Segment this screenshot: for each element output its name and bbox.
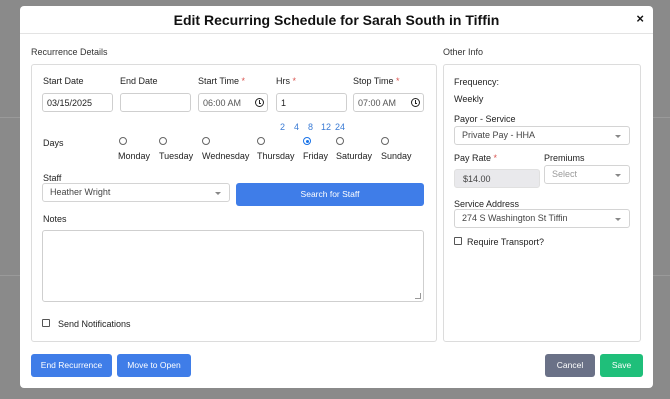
day-label-friday: Friday xyxy=(303,151,329,161)
hrs-label: Hrs * xyxy=(276,76,297,86)
chevron-down-icon xyxy=(615,174,621,177)
day-radio-monday[interactable] xyxy=(119,137,127,145)
stop-time-field[interactable]: 07:00 AM xyxy=(353,93,424,112)
quick-hours-8[interactable]: 8 xyxy=(308,122,313,132)
edit-recurring-schedule-dialog: Edit Recurring Schedule for Sarah South … xyxy=(20,6,653,388)
quick-hours-12[interactable]: 12 xyxy=(321,122,331,132)
pay-rate-label: Pay Rate * xyxy=(454,153,498,163)
background-grid-line xyxy=(653,117,670,118)
day-radio-tuesday[interactable] xyxy=(159,137,167,145)
background-grid-line xyxy=(0,117,20,118)
day-radio-saturday[interactable] xyxy=(336,137,344,145)
end-recurrence-button[interactable]: End Recurrence xyxy=(31,354,112,377)
service-address-label: Service Address xyxy=(454,199,520,209)
day-label-sunday: Sunday xyxy=(381,151,412,161)
end-date-field[interactable] xyxy=(120,93,191,112)
other-info-title: Other Info xyxy=(443,47,484,57)
hrs-field[interactable]: 1 xyxy=(276,93,347,112)
background-grid-line xyxy=(0,275,20,276)
start-date-field[interactable]: 03/15/2025 xyxy=(42,93,113,112)
send-notifications-checkbox[interactable] xyxy=(42,319,50,327)
send-notifications-label: Send Notifications xyxy=(58,319,131,329)
dialog-title: Edit Recurring Schedule for Sarah South … xyxy=(173,12,500,28)
payor-service-label: Payor - Service xyxy=(454,114,516,124)
staff-label: Staff xyxy=(43,173,62,183)
quick-hours-4[interactable]: 4 xyxy=(294,122,299,132)
clock-icon[interactable] xyxy=(411,98,420,107)
premiums-select[interactable]: Select xyxy=(544,165,630,184)
end-date-label: End Date xyxy=(120,76,158,86)
move-to-open-button[interactable]: Move to Open xyxy=(117,354,191,377)
pay-rate-field: $14.00 xyxy=(454,169,540,188)
day-label-tuesday: Tuesday xyxy=(159,151,194,161)
day-radio-thursday[interactable] xyxy=(257,137,265,145)
stop-time-value: 07:00 AM xyxy=(358,98,397,108)
recurrence-details-title: Recurrence Details xyxy=(31,47,108,57)
frequency-value: Weekly xyxy=(454,94,484,104)
chevron-down-icon xyxy=(215,192,221,195)
days-label: Days xyxy=(43,138,64,148)
start-time-label: Start Time * xyxy=(198,76,246,86)
day-radio-wednesday[interactable] xyxy=(202,137,210,145)
chevron-down-icon xyxy=(615,218,621,221)
start-time-value: 06:00 AM xyxy=(203,98,242,108)
clock-icon[interactable] xyxy=(255,98,264,107)
stop-time-label: Stop Time * xyxy=(353,76,400,86)
require-transport-checkbox[interactable] xyxy=(454,237,462,245)
payor-service-value: Private Pay - HHA xyxy=(462,130,536,140)
payor-service-select[interactable]: Private Pay - HHA xyxy=(454,126,630,145)
quick-hours-24[interactable]: 24 xyxy=(335,122,345,132)
day-label-monday: Monday xyxy=(118,151,151,161)
day-radio-friday[interactable] xyxy=(303,137,311,145)
premiums-placeholder: Select xyxy=(552,169,578,179)
save-button[interactable]: Save xyxy=(600,354,643,377)
premiums-label: Premiums xyxy=(544,153,585,163)
chevron-down-icon xyxy=(615,135,621,138)
service-address-select[interactable]: 274 S Washington St Tiffin xyxy=(454,209,630,228)
quick-hours-2[interactable]: 2 xyxy=(280,122,285,132)
staff-value: Heather Wright xyxy=(50,187,111,197)
background-grid-line xyxy=(653,275,670,276)
notes-textarea[interactable] xyxy=(42,230,424,302)
start-date-label: Start Date xyxy=(43,76,84,86)
require-transport-label: Require Transport? xyxy=(467,237,545,247)
search-for-staff-button[interactable]: Search for Staff xyxy=(236,183,424,206)
service-address-value: 274 S Washington St Tiffin xyxy=(462,213,568,223)
close-icon[interactable]: × xyxy=(636,12,644,26)
day-label-thursday: Thursday xyxy=(257,151,295,161)
day-label-saturday: Saturday xyxy=(336,151,373,161)
staff-select[interactable]: Heather Wright xyxy=(42,183,230,202)
start-time-field[interactable]: 06:00 AM xyxy=(198,93,268,112)
day-label-wednesday: Wednesday xyxy=(202,151,250,161)
resize-handle-icon[interactable] xyxy=(415,293,421,299)
day-radio-sunday[interactable] xyxy=(381,137,389,145)
dialog-header: Edit Recurring Schedule for Sarah South … xyxy=(20,6,653,34)
frequency-label: Frequency: xyxy=(454,77,500,87)
notes-label: Notes xyxy=(43,214,67,224)
cancel-button[interactable]: Cancel xyxy=(545,354,595,377)
